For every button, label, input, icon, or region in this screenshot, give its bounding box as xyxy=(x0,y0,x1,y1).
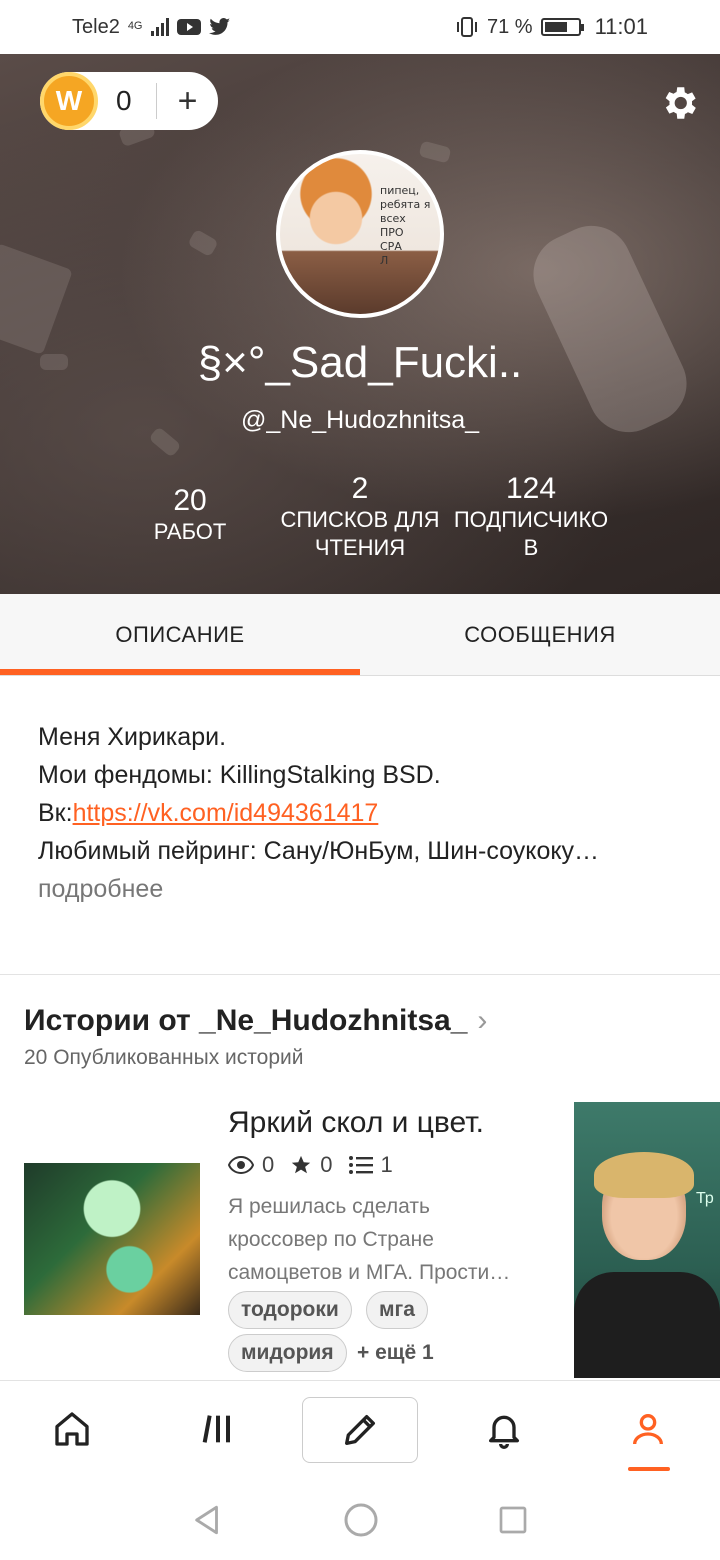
coin-count: 0 xyxy=(116,85,132,116)
background-shape xyxy=(418,140,452,164)
stat-followers[interactable]: 124 ПОДПИСЧИКО В xyxy=(450,472,612,562)
story-title[interactable]: Яркий скол и цвет. xyxy=(228,1106,484,1140)
avatar-caption-line: СРА xyxy=(380,240,402,253)
system-navigation xyxy=(0,1480,720,1560)
profile-header: W 0 + пипец, ребята я всех ПРО СРА Л §×°… xyxy=(0,54,720,594)
video-person-body xyxy=(574,1272,720,1378)
avatar-caption-line: пипец, xyxy=(380,184,420,197)
stat-value: 124 xyxy=(505,472,557,505)
status-right: 71 % 11:01 xyxy=(455,14,648,40)
video-person-hair xyxy=(594,1152,694,1198)
tag-chip[interactable]: мидория xyxy=(228,1334,347,1372)
avatar-caption-line: всех xyxy=(380,212,406,225)
list-icon xyxy=(348,1156,373,1174)
avatar[interactable]: пипец, ребята я всех ПРО СРА Л xyxy=(276,150,444,318)
username: @_Ne_Hudozhnitsa_ xyxy=(240,406,480,434)
library-icon xyxy=(202,1415,230,1443)
add-coins-button[interactable]: + xyxy=(157,84,218,118)
story-stats: 0 0 1 xyxy=(228,1152,393,1178)
stat-works[interactable]: 20 РАБОТ xyxy=(130,484,250,546)
network-type: 4G xyxy=(127,19,143,32)
avatar-caption: пипец, ребята я всех ПРО СРА Л xyxy=(380,184,430,268)
avatar-caption-line: ребята я xyxy=(380,198,431,211)
about-line: Меня Хирикари. xyxy=(38,723,227,751)
back-icon[interactable] xyxy=(191,1503,225,1537)
recents-icon[interactable] xyxy=(497,1504,529,1536)
signal-icon xyxy=(150,18,169,36)
nav-home[interactable] xyxy=(36,1397,108,1461)
about-line: Вк:https://vk.com/id494361417 xyxy=(38,794,678,832)
star-icon xyxy=(292,1155,311,1174)
carrier-name: Tele2 xyxy=(72,15,120,38)
nav-notifications[interactable] xyxy=(468,1397,540,1461)
battery-icon xyxy=(540,18,584,36)
about-line: Мои фендомы: KillingStalking BSD. xyxy=(38,761,441,789)
tab-messages[interactable]: СООБЩЕНИЯ xyxy=(360,594,720,675)
stat-value: 2 xyxy=(351,472,369,505)
story-description-line: кроссовер по Стране xyxy=(228,1228,434,1251)
status-left: Tele2 4G xyxy=(72,16,231,39)
write-icon xyxy=(345,1415,375,1445)
battery-percent: 71 % xyxy=(486,15,533,38)
background-shape xyxy=(187,228,219,258)
story-description-line: самоцветов и МГА. Прости… xyxy=(228,1261,511,1284)
nav-profile[interactable] xyxy=(612,1397,684,1461)
stat-label: СПИСКОВ ДЛЯ xyxy=(280,507,440,532)
about-vk-prefix: Вк: xyxy=(38,799,73,827)
notifications-icon xyxy=(489,1415,519,1449)
section-divider xyxy=(0,974,720,975)
story-cover[interactable] xyxy=(24,1163,200,1315)
video-overlay-text: Тр xyxy=(696,1190,714,1207)
stories-count: 20 Опубликованных историй xyxy=(24,1046,304,1069)
stat-label: ЧТЕНИЯ xyxy=(314,535,406,560)
stat-reading-lists[interactable]: 2 СПИСКОВ ДЛЯ ЧТЕНИЯ xyxy=(270,472,450,562)
about-line: Любимый пейринг: Сану/ЮнБум, Шин-соукоку… xyxy=(38,837,600,865)
coins-widget[interactable]: W 0 + xyxy=(40,72,218,130)
vibrate-icon xyxy=(456,17,477,37)
clock: 11:01 xyxy=(594,14,648,39)
stat-label: РАБОТ xyxy=(153,519,227,544)
home-circle-icon[interactable] xyxy=(343,1502,379,1538)
tag-chip[interactable]: мга xyxy=(366,1291,428,1329)
eye-icon xyxy=(228,1156,254,1174)
story-description-line: Я решилась сделать xyxy=(228,1195,430,1218)
vk-link[interactable]: https://vk.com/id494361417 xyxy=(73,799,379,827)
parts-count: 1 xyxy=(380,1152,393,1177)
nav-library[interactable] xyxy=(182,1397,254,1461)
stories-heading[interactable]: Истории от _Ne_Hudozhnitsa_ › xyxy=(24,1004,487,1038)
active-indicator xyxy=(628,1467,670,1471)
avatar-caption-line: ПРО xyxy=(380,226,404,239)
status-bar: Tele2 4G 71 % 11:01 xyxy=(0,0,720,54)
twitter-icon xyxy=(208,18,230,35)
stat-label: ПОДПИСЧИКО xyxy=(453,507,609,532)
stat-value: 20 xyxy=(173,484,207,517)
bottom-navigation xyxy=(0,1380,720,1480)
avatar-caption-line: Л xyxy=(380,254,389,267)
tab-description[interactable]: ОПИСАНИЕ xyxy=(0,594,360,675)
story-description: Я решилась сделать кроссовер по Стране с… xyxy=(228,1190,548,1289)
coin-icon: W xyxy=(40,72,98,130)
read-more-link[interactable]: подробнее xyxy=(38,870,678,908)
display-name: §×°_Sad_Fucki.. xyxy=(197,338,523,387)
votes-count: 0 xyxy=(320,1152,333,1177)
tag-chip[interactable]: тодороки xyxy=(228,1291,352,1329)
chevron-right-icon: › xyxy=(477,1004,488,1037)
video-overlay[interactable]: Тр xyxy=(574,1102,720,1378)
profile-tabs: ОПИСАНИЕ СООБЩЕНИЯ xyxy=(0,594,720,676)
views-count: 0 xyxy=(262,1152,275,1177)
profile-icon xyxy=(633,1414,663,1445)
nav-write[interactable] xyxy=(302,1397,418,1463)
gear-icon[interactable] xyxy=(658,82,700,124)
youtube-icon xyxy=(176,19,201,35)
stories-title: Истории от _Ne_Hudozhnitsa_ xyxy=(24,1004,468,1037)
about-section: Меня Хирикари. Мои фендомы: KillingStalk… xyxy=(38,718,678,908)
more-tags[interactable]: + ещё 1 xyxy=(357,1334,434,1372)
stat-label: В xyxy=(523,535,539,560)
home-icon xyxy=(55,1412,89,1446)
